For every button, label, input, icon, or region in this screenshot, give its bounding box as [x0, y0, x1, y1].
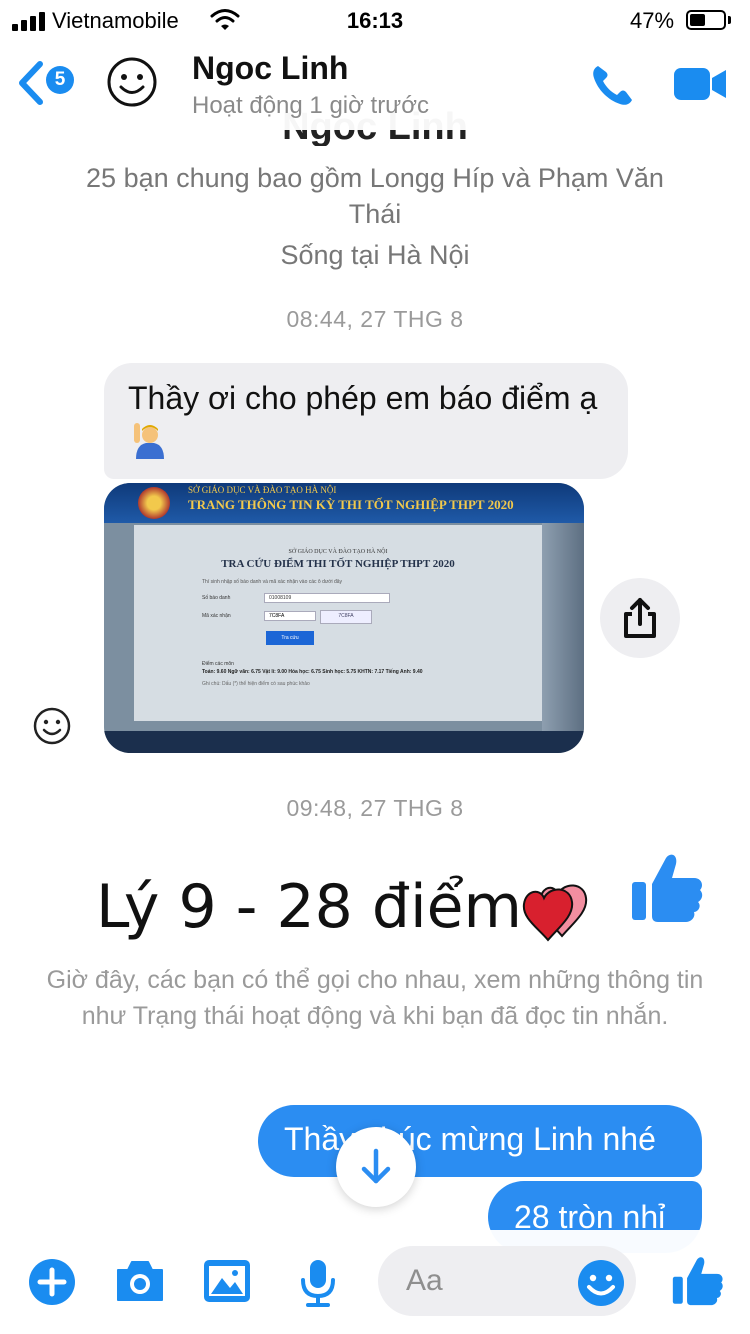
battery-tip: [728, 16, 731, 24]
plus-icon[interactable]: [28, 1258, 76, 1306]
camera-icon[interactable]: [114, 1258, 166, 1304]
photo-banner: SỞ GIÁO DỤC VÀ ĐÀO TẠO HÀ NỘI TRANG THÔN…: [104, 483, 584, 523]
battery-level: [690, 14, 705, 26]
microphone-icon[interactable]: [298, 1258, 338, 1308]
photo-instruction: Thí sinh nhập số báo danh và mã xác nhận…: [202, 579, 343, 585]
battery-percent: 47%: [630, 8, 675, 33]
incoming-message-bubble[interactable]: Thầy ơi cho phép em báo điểm ạ: [104, 363, 628, 479]
raise-hand-emoji-icon: [134, 423, 164, 459]
photo-heading-small: SỞ GIÁO DỤC VÀ ĐÀO TẠO HÀ NỘI: [288, 549, 388, 555]
gallery-icon[interactable]: [202, 1258, 252, 1304]
photo-banner-line1: SỞ GIÁO DỤC VÀ ĐÀO TẠO HÀ NỘI: [188, 485, 337, 495]
battery-icon: [686, 10, 726, 30]
photo-results: Toán: 9.60 Ngữ văn: 6.75 Vật lí: 9.00 Hó…: [202, 669, 423, 675]
info-text: Giờ đây, các bạn có thể gọi cho nhau, xe…: [46, 966, 704, 1030]
photo-captcha: 7C8FA: [320, 610, 372, 624]
message-composer: [0, 1230, 750, 1334]
contact-name[interactable]: Ngoc Linh: [192, 50, 348, 87]
lives-in-text: Sống tại Hà Nội: [280, 240, 470, 270]
arrow-down-icon: [361, 1148, 391, 1184]
photo-results-label: Điểm các môn: [202, 661, 234, 667]
photo-code-field: 7C8FA: [264, 611, 316, 621]
overlay-caption: Lý 9 - 28 điểm: [96, 872, 523, 942]
photo-lookup-button: Tra cứu: [266, 631, 314, 645]
video-camera-icon[interactable]: [672, 64, 728, 104]
scroll-to-bottom-button[interactable]: [336, 1127, 416, 1207]
photo-sbd-field: 01008109: [264, 593, 390, 603]
share-icon: [624, 598, 656, 638]
unread-count-badge[interactable]: 5: [46, 66, 74, 94]
photo-shading: [542, 523, 584, 731]
photo-monitor-screen: SỞ GIÁO DỤC VÀ ĐÀO TẠO HÀ NỘI TRA CỨU ĐI…: [134, 525, 542, 721]
photo-banner-line2: TRANG THÔNG TIN KỲ THI TỐT NGHIỆP THPT 2…: [188, 497, 514, 512]
photo-attachment[interactable]: SỞ GIÁO DỤC VÀ ĐÀO TẠO HÀ NỘI TRANG THÔN…: [104, 483, 584, 753]
active-status: Hoạt động 1 giờ trước: [192, 92, 429, 119]
photo-heading: TRA CỨU ĐIỂM THI TỐT NGHIỆP THPT 2020: [221, 558, 455, 570]
message-timestamp: 09:48, 27 THG 8: [286, 795, 464, 821]
thumbs-up-icon[interactable]: [670, 1254, 724, 1308]
phone-icon[interactable]: [588, 60, 638, 110]
conversation-header: 5 Ngoc Linh Hoạt động 1 giờ trước: [0, 40, 750, 130]
photo-sbd-label: Số báo danh: [202, 595, 231, 601]
photo-taskbar: [104, 731, 584, 753]
mutual-friends-text: 25 bạn chung bao gồm Longg Híp và Phạm V…: [86, 163, 664, 229]
status-bar: Vietnamobile 16:13 47%: [0, 0, 750, 40]
back-chevron-icon[interactable]: [14, 60, 48, 106]
hearts-icon: [522, 884, 588, 942]
smiley-react-icon[interactable]: [32, 706, 72, 746]
photo-note: Ghi chú: Dấu (*) thể hiện điểm có sau ph…: [202, 681, 310, 687]
message-timestamp: 08:44, 27 THG 8: [286, 306, 464, 332]
share-button[interactable]: [600, 578, 680, 658]
incoming-message-text: Thầy ơi cho phép em báo điểm ạ: [128, 380, 598, 416]
emoji-icon[interactable]: [576, 1258, 626, 1308]
photo-code-label: Mã xác nhận: [202, 613, 231, 619]
emblem-icon: [138, 487, 170, 519]
outgoing-message-bubble[interactable]: Thầy chúc mừng Linh nhé: [258, 1105, 702, 1177]
avatar-smiley-icon[interactable]: [106, 56, 158, 108]
thumbs-up-icon: [632, 854, 703, 922]
